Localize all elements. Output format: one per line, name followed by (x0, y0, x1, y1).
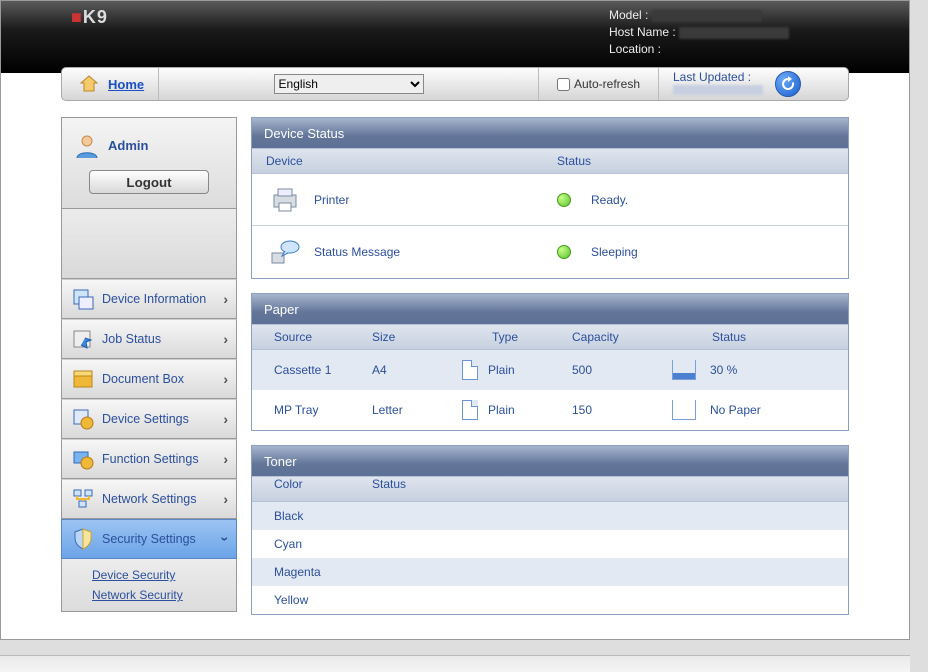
paper-source: Cassette 1 (252, 363, 372, 377)
home-link[interactable]: Home (108, 77, 144, 92)
user-card: Admin Logout (61, 117, 237, 209)
refresh-button[interactable] (775, 71, 801, 97)
subnav-network-security[interactable]: Network Security (92, 585, 236, 605)
sidebar-item-job-status[interactable]: Job Status › (61, 319, 237, 359)
brand-logo: ■K9 (71, 7, 108, 27)
top-toolbar: Home English Auto-refresh Last Updated : (61, 67, 849, 101)
function-settings-icon (70, 446, 96, 472)
user-icon (74, 132, 100, 158)
chevron-right-icon: › (223, 451, 228, 467)
document-box-icon (70, 366, 96, 392)
security-subnav: Device Security Network Security (61, 559, 237, 612)
col-status: Status (557, 154, 591, 168)
job-status-icon (70, 326, 96, 352)
auto-refresh-label: Auto-refresh (574, 77, 640, 91)
language-select[interactable]: English (274, 74, 424, 94)
paper-size: A4 (372, 363, 462, 377)
main-content: Device Status Device Status Printer Read… (251, 117, 849, 615)
panel-header: Paper (252, 294, 848, 324)
sidebar-item-network-settings[interactable]: Network Settings › (61, 479, 237, 519)
device-meta: Model : Host Name : Location : (609, 7, 789, 58)
paper-row: Cassette 1 A4 Plain 500 30 % (252, 350, 848, 390)
logout-button[interactable]: Logout (89, 170, 209, 194)
toner-panel: Toner Color Status Black Cyan Magenta Ye… (251, 445, 849, 615)
toner-row: Cyan (252, 530, 848, 558)
sidebar-item-device-settings[interactable]: Device Settings › (61, 399, 237, 439)
message-icon (270, 239, 300, 265)
network-settings-icon (70, 486, 96, 512)
last-updated-label: Last Updated : (673, 70, 763, 84)
toner-color: Black (252, 509, 372, 523)
device-status-text: Sleeping (591, 245, 638, 259)
sidebar-item-label: Device Settings (102, 412, 189, 426)
sidebar-item-label: Security Settings (102, 532, 196, 546)
printer-icon (270, 187, 300, 213)
toner-color: Yellow (252, 593, 372, 607)
sidebar-item-function-settings[interactable]: Function Settings › (61, 439, 237, 479)
chevron-down-icon: › (218, 537, 234, 542)
paper-type: Plain (488, 363, 515, 377)
tray-empty-icon (672, 400, 696, 420)
page-icon (462, 400, 478, 420)
sidebar-item-device-information[interactable]: Device Information › (61, 279, 237, 319)
app-header: ■K9 Model : Host Name : Location : (1, 1, 909, 73)
paper-type: Plain (488, 403, 515, 417)
col-type: Type (462, 330, 572, 344)
chevron-right-icon: › (223, 411, 228, 427)
tray-icon (672, 360, 696, 380)
device-settings-icon (70, 406, 96, 432)
col-color: Color (252, 477, 372, 501)
paper-source: MP Tray (252, 403, 372, 417)
home-icon (76, 71, 102, 97)
device-name: Status Message (314, 245, 400, 259)
col-capacity: Capacity (572, 330, 672, 344)
device-name: Printer (314, 193, 349, 207)
paper-panel: Paper Source Size Type Capacity Status C… (251, 293, 849, 431)
user-name: Admin (108, 138, 148, 153)
device-info-icon (70, 286, 96, 312)
panel-header: Toner (252, 446, 848, 476)
toner-row: Yellow (252, 586, 848, 614)
chevron-right-icon: › (223, 331, 228, 347)
status-led-icon (557, 245, 571, 259)
sidebar-item-label: Function Settings (102, 452, 199, 466)
status-led-icon (557, 193, 571, 207)
device-row-printer: Printer Ready. (252, 174, 848, 226)
paper-status: 30 % (710, 363, 737, 377)
paper-row: MP Tray Letter Plain 150 No Paper (252, 390, 848, 430)
col-status: Status (372, 477, 848, 501)
sidebar-item-label: Document Box (102, 372, 184, 386)
sidebar-item-label: Network Settings (102, 492, 196, 506)
sidebar-item-security-settings[interactable]: Security Settings › (61, 519, 237, 559)
auto-refresh-checkbox[interactable] (557, 78, 570, 91)
col-source: Source (252, 330, 372, 344)
toner-row: Magenta (252, 558, 848, 586)
chevron-right-icon: › (223, 371, 228, 387)
sidebar-item-label: Job Status (102, 332, 161, 346)
device-status-text: Ready. (591, 193, 628, 207)
sidebar-item-document-box[interactable]: Document Box › (61, 359, 237, 399)
col-size: Size (372, 330, 462, 344)
paper-status: No Paper (710, 403, 761, 417)
sidebar-item-label: Device Information (102, 292, 206, 306)
shield-icon (70, 526, 96, 552)
device-status-panel: Device Status Device Status Printer Read… (251, 117, 849, 279)
chevron-right-icon: › (223, 291, 228, 307)
paper-capacity: 150 (572, 403, 672, 417)
toner-row: Black (252, 502, 848, 530)
chevron-right-icon: › (223, 491, 228, 507)
horizontal-scrollbar[interactable] (0, 655, 910, 672)
paper-capacity: 500 (572, 363, 672, 377)
toner-color: Magenta (252, 565, 372, 579)
panel-header: Device Status (252, 118, 848, 148)
col-status: Status (672, 330, 832, 344)
paper-size: Letter (372, 403, 462, 417)
col-device: Device (252, 154, 557, 168)
sidebar: Admin Logout Device Information › Job St… (61, 117, 237, 615)
subnav-device-security[interactable]: Device Security (92, 565, 236, 585)
toner-color: Cyan (252, 537, 372, 551)
device-row-status-message: Status Message Sleeping (252, 226, 848, 278)
page-icon (462, 360, 478, 380)
